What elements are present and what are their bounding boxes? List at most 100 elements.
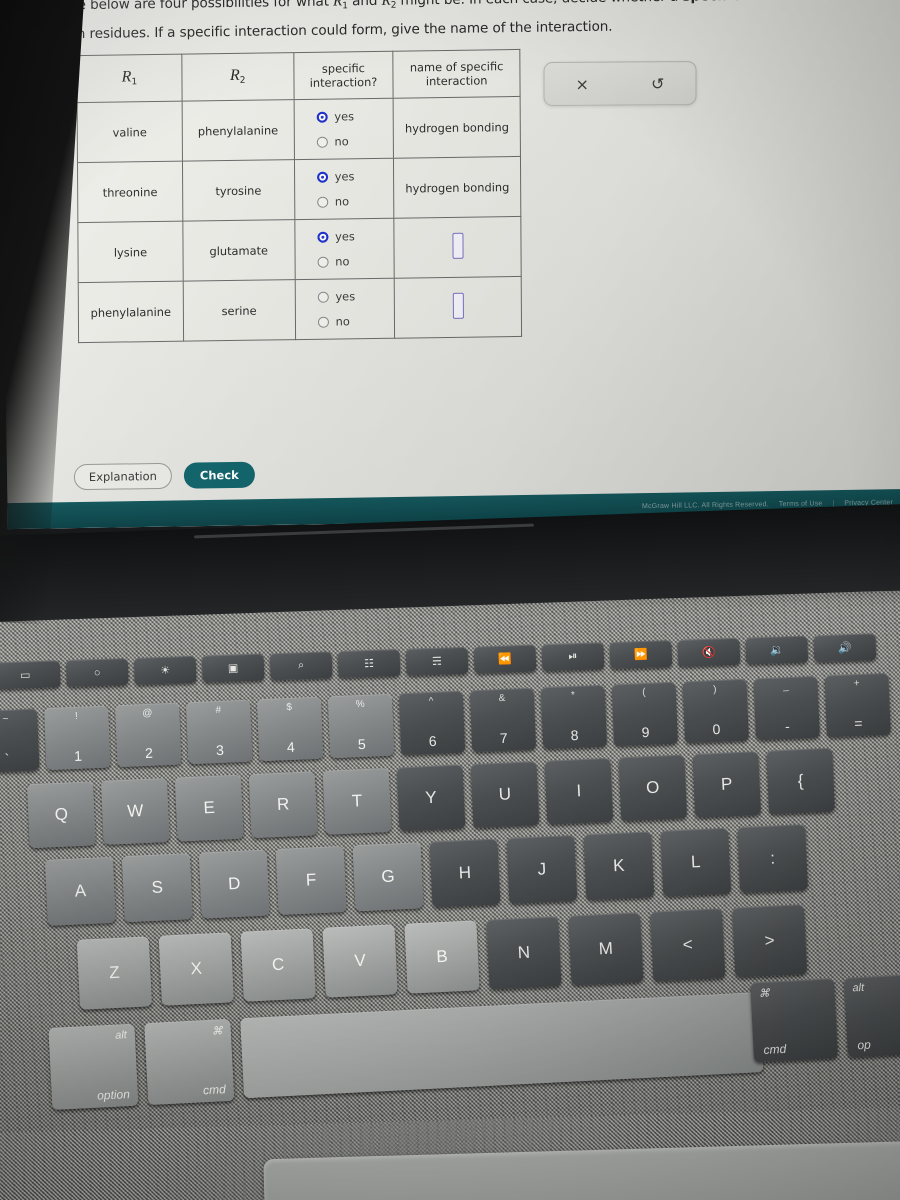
radio-yes-dot[interactable] [316, 111, 328, 123]
radio-yes[interactable]: yes [317, 289, 355, 304]
option-key[interactable]: alt option [48, 1023, 139, 1110]
key-0[interactable]: ) 0 [682, 678, 750, 744]
key-m[interactable]: M [568, 912, 644, 986]
mission-control-key[interactable]: ▣ [201, 653, 265, 683]
tool-palette: × ↺ [543, 61, 697, 107]
key-2[interactable]: @2 [114, 702, 182, 768]
radio-yes-dot[interactable] [317, 231, 329, 243]
keyboard-modifier-row: alt option ⌘ cmd [48, 992, 764, 1110]
prompt-emphasis-specific: specific [682, 0, 740, 5]
key-1[interactable]: ! 1 [44, 705, 111, 771]
cell-answer-input [394, 216, 522, 279]
clear-icon[interactable]: × [576, 74, 589, 93]
escape-key[interactable]: ▭ [0, 660, 61, 690]
key-n[interactable]: N [486, 916, 562, 990]
volume-up-key[interactable]: 🔊 [813, 633, 877, 663]
radio-yes-dot[interactable] [317, 291, 329, 303]
radio-no[interactable]: no [316, 194, 349, 209]
answer-input-field[interactable] [452, 292, 464, 319]
check-button[interactable]: Check [183, 461, 255, 489]
key-7[interactable]: & 7 [469, 687, 537, 753]
key-g[interactable]: G [352, 842, 424, 912]
key-l[interactable]: L [660, 827, 732, 897]
key-{[interactable]: { [766, 747, 836, 815]
search-key[interactable]: ⌕ [269, 651, 333, 681]
key-u[interactable]: U [470, 761, 540, 829]
key-3[interactable]: #3 [185, 699, 253, 765]
option-key-right[interactable]: alt op [843, 973, 900, 1058]
key-o[interactable]: O [618, 754, 688, 822]
r2-symbol-2: R [381, 0, 391, 10]
command-key-left[interactable]: ⌘ cmd [144, 1018, 235, 1106]
undo-icon[interactable]: ↺ [651, 74, 664, 93]
key-8[interactable]: * 8 [540, 684, 608, 750]
key-:[interactable]: : [737, 824, 809, 894]
radio-no-dot[interactable] [317, 256, 329, 268]
brightness-down-key-glyph: ○ [93, 666, 101, 679]
laptop-display: Imagine the main chain of a protein bend… [0, 0, 900, 530]
key-p[interactable]: P [692, 751, 762, 819]
radio-yes-dot[interactable] [316, 171, 328, 183]
cell-answer-text: hydrogen bonding [393, 156, 521, 219]
key-a[interactable]: A [44, 856, 116, 926]
key-e[interactable]: E [174, 774, 244, 842]
key-<[interactable]: < [650, 908, 726, 982]
radio-yes[interactable]: yes [316, 169, 355, 184]
radio-no-dot[interactable] [316, 136, 328, 148]
keyboard-backlight-down-key[interactable]: ☷ [337, 649, 401, 679]
table-row: phenylalanine serine yes no [78, 276, 522, 343]
rewind-key[interactable]: ⏪ [473, 644, 537, 674]
volume-down-key[interactable]: 🔉 [745, 635, 809, 665]
key-6[interactable]: ^ 6 [398, 690, 466, 756]
key-9[interactable]: (9 [611, 681, 679, 747]
key-c[interactable]: C [240, 928, 316, 1002]
key-`[interactable]: ~ ` [0, 708, 40, 774]
space-key[interactable] [240, 992, 764, 1099]
radio-yes[interactable]: yes [317, 229, 355, 244]
radio-yes[interactable]: yes [316, 109, 354, 124]
key-h[interactable]: H [429, 838, 501, 908]
key-x[interactable]: X [158, 932, 234, 1006]
key-z[interactable]: Z [76, 936, 153, 1010]
key-j[interactable]: J [506, 834, 578, 905]
volume-up-key-glyph: 🔊 [837, 642, 852, 655]
brightness-up-key[interactable]: ☀ [133, 655, 197, 685]
key-y[interactable]: Y [396, 764, 466, 832]
radio-no-dot[interactable] [316, 196, 328, 208]
header-r1-symbol: R [121, 68, 132, 86]
question-prompt: Imagine the main chain of a protein bend… [9, 0, 900, 54]
radio-no-dot[interactable] [317, 316, 329, 328]
key--[interactable]: _ - [753, 675, 820, 741]
radio-no[interactable]: no [316, 134, 349, 149]
answer-input-field[interactable] [452, 232, 464, 259]
explanation-button[interactable]: Explanation [73, 462, 172, 491]
key-w[interactable]: W [100, 777, 170, 845]
mute-key[interactable]: 🔇 [677, 637, 741, 667]
key-k[interactable]: K [583, 831, 655, 901]
key-b[interactable]: B [404, 920, 480, 994]
key-v[interactable]: V [322, 924, 398, 998]
key-=[interactable]: + = [824, 672, 891, 738]
key-s[interactable]: S [121, 853, 193, 923]
command-key-right[interactable]: ⌘ cmd [750, 978, 839, 1063]
keyboard-backlight-down-key-glyph: ☷ [363, 657, 375, 671]
key-f[interactable]: F [275, 845, 347, 916]
play-pause-key[interactable]: ⏯ [541, 642, 605, 672]
key-t[interactable]: T [322, 767, 392, 835]
brightness-down-key[interactable]: ○ [65, 658, 129, 688]
key-q[interactable]: Q [26, 781, 96, 849]
radio-no[interactable]: no [317, 314, 350, 329]
action-button-row: Explanation Check [73, 461, 255, 491]
keyboard-backlight-up-key[interactable]: ☴ [405, 646, 469, 676]
key-r[interactable]: R [248, 771, 318, 839]
radio-no[interactable]: no [317, 254, 349, 269]
key-d[interactable]: D [198, 849, 270, 919]
key-i[interactable]: I [544, 757, 614, 825]
fast-forward-key[interactable]: ⏩ [609, 640, 673, 670]
radio-yes-label: yes [334, 169, 355, 184]
key->[interactable]: > [731, 904, 808, 978]
key-4[interactable]: $4 [256, 696, 324, 762]
table-row: threonine tyrosine yes no hydrogen bondi… [77, 156, 521, 223]
rewind-key-glyph: ⏪ [497, 653, 513, 666]
key-5[interactable]: % 5 [327, 693, 395, 759]
